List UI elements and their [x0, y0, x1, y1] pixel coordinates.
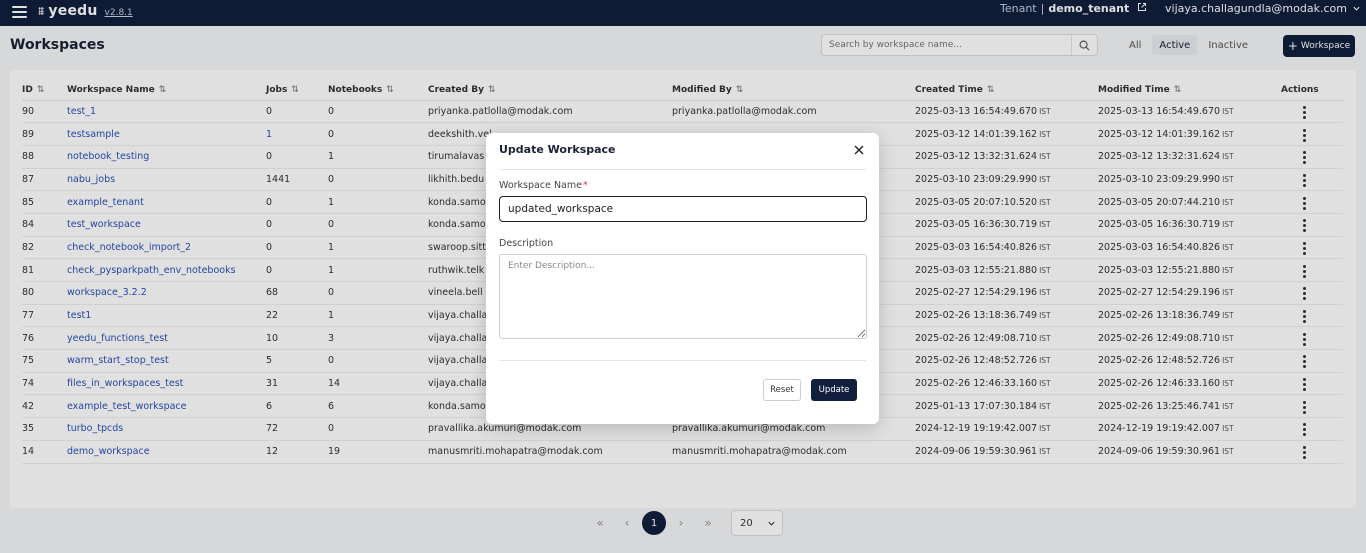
- workspace-name-label: Workspace Name*: [499, 180, 588, 191]
- description-textarea[interactable]: [499, 254, 867, 339]
- modal-title: Update Workspace: [499, 143, 616, 156]
- required-mark: *: [582, 180, 588, 191]
- workspace-name-input[interactable]: [499, 196, 867, 222]
- reset-button[interactable]: Reset: [763, 379, 801, 401]
- description-label: Description: [499, 238, 554, 249]
- divider: [499, 360, 866, 361]
- update-button[interactable]: Update: [811, 379, 857, 401]
- divider: [499, 169, 866, 170]
- close-icon[interactable]: [851, 142, 867, 158]
- update-workspace-modal: Update Workspace Workspace Name* Descrip…: [486, 133, 879, 424]
